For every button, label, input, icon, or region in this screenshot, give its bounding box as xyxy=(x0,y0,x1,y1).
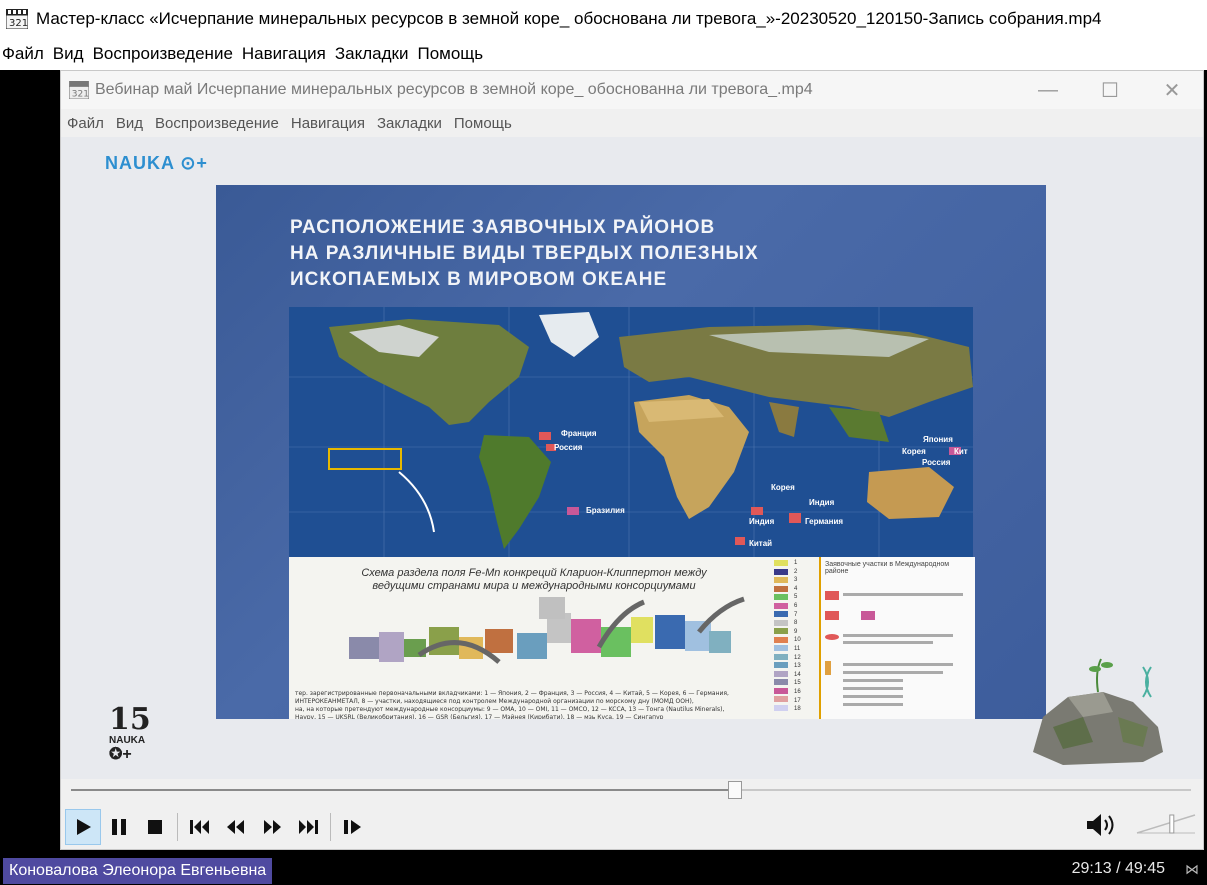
participant-name-badge: Коновалова Элеонора Евгеньевна xyxy=(3,858,273,884)
svg-text:ИНТЕРОКЕАНМЕТАЛ, 8 — участки,: ИНТЕРОКЕАНМЕТАЛ, 8 — участки, находящиес… xyxy=(295,698,694,705)
frame-step-button[interactable] xyxy=(335,809,371,845)
scheme-image: тер. зарегистрированные первоначальными … xyxy=(295,596,745,719)
slide: РАСПОЛОЖЕНИЕ ЗАЯВОЧНЫХ РАЙОНОВ НА РАЗЛИЧ… xyxy=(216,185,1046,719)
slide-title-line-1: РАСПОЛОЖЕНИЕ ЗАЯВОЧНЫХ РАЙОНОВ xyxy=(290,217,716,238)
map-label-korea: Корея xyxy=(771,483,795,492)
map-label-kit: Кит xyxy=(954,447,968,456)
menu-bar: Файл Вид Воспроизведение Навигация Закла… xyxy=(0,38,1207,70)
play-button[interactable] xyxy=(65,809,101,845)
menu-navigation[interactable]: Навигация xyxy=(240,44,333,64)
scheme-legend-swatches xyxy=(774,560,788,711)
menu-file[interactable]: Файл xyxy=(0,44,51,64)
pause-button[interactable] xyxy=(101,809,137,845)
world-map-image xyxy=(289,307,973,557)
inner-window-title: Вебинар май Исчерпание минеральных ресур… xyxy=(95,81,813,98)
menu-view[interactable]: Вид xyxy=(51,44,91,64)
svg-text:на, на которые претендуют межд: на, на которые претендуют международные … xyxy=(295,706,724,713)
inner-menu-file: Файл xyxy=(67,114,104,132)
slide-title: РАСПОЛОЖЕНИЕ ЗАЯВОЧНЫХ РАЙОНОВ НА РАЗЛИЧ… xyxy=(290,215,810,293)
anniversary-logo: 15 NAUKA ✪+ xyxy=(109,705,151,763)
inner-app-icon: 321 xyxy=(69,81,89,99)
menu-playback[interactable]: Воспроизведение xyxy=(91,44,240,64)
rewind-button[interactable] xyxy=(218,809,254,845)
pause-icon xyxy=(112,819,126,835)
inner-menu-view: Вид xyxy=(115,114,144,132)
volume-button[interactable] xyxy=(1085,811,1125,843)
stop-button[interactable] xyxy=(137,809,173,845)
menu-help[interactable]: Помощь xyxy=(415,44,490,64)
world-map: Франция Россия Бразилия Корея Индия Инди… xyxy=(289,307,973,557)
svg-text:321: 321 xyxy=(9,18,28,29)
controls-separator-2 xyxy=(330,813,331,841)
speaker-icon xyxy=(1087,814,1114,836)
play-icon xyxy=(77,819,91,835)
seek-bar[interactable] xyxy=(61,779,1203,801)
frame-step-icon xyxy=(344,820,361,834)
previous-button[interactable] xyxy=(182,809,218,845)
menu-bookmarks[interactable]: Закладки xyxy=(333,44,416,64)
next-icon xyxy=(299,820,318,834)
map-legend: Заявочные участки в Международном районе xyxy=(819,557,975,719)
close-icon: ✕ xyxy=(1163,79,1181,102)
map-label-india-2: Индия xyxy=(749,517,775,526)
svg-text:тер. зарегистрированные первон: тер. зарегистрированные первоначальными … xyxy=(295,690,729,697)
map-label-india: Индия xyxy=(809,498,835,507)
rock-plant-decoration xyxy=(1033,658,1163,765)
slide-title-line-3: ИСКОПАЕМЫХ В МИРОВОМ ОКЕАНЕ xyxy=(290,269,668,290)
playback-controls xyxy=(61,805,1203,849)
scheme-legend-numbers: 1 2 3 4 5 6 7 8 9 10 11 12 13 14 15 16 17 18 xyxy=(794,560,801,713)
presentation-stage: NAUKA ⊙+ РАСПОЛОЖЕНИЕ ЗАЯВОЧНЫХ РАЙОНОВ … xyxy=(61,137,1203,779)
inner-menu-help: Помощь xyxy=(453,114,512,132)
volume-slider-graphic xyxy=(1136,814,1196,834)
map-label-russia: Россия xyxy=(554,443,583,452)
nauka-logo: NAUKA ⊙+ xyxy=(105,153,208,173)
time-display: 29:13 / 49:45 xyxy=(1071,860,1165,877)
map-legend-items xyxy=(825,591,963,706)
minimize-icon: — xyxy=(1038,78,1058,101)
app-icon: 321 xyxy=(5,9,29,30)
rewind-icon xyxy=(227,820,244,834)
map-label-brazil: Бразилия xyxy=(586,506,625,515)
map-label-germany: Германия xyxy=(805,517,844,526)
expand-icon[interactable]: ⋈ xyxy=(1185,861,1199,878)
title-bar: 321 Мастер-класс «Исчерпание минеральных… xyxy=(0,0,1207,38)
fast-forward-icon xyxy=(264,820,281,834)
volume-thumb[interactable] xyxy=(1169,814,1175,834)
slide-title-line-2: НА РАЗЛИЧНЫЕ ВИДЫ ТВЕРДЫХ ПОЛЕЗНЫХ xyxy=(290,243,759,264)
inner-menu-bookmarks: Закладки xyxy=(376,114,442,132)
video-frame: 321 Вебинар май Исчерпание минеральных р… xyxy=(60,70,1204,850)
anniversary-symbol-icon: ✪+ xyxy=(109,746,132,763)
inner-title-bar: 321 Вебинар май Исчерпание минеральных р… xyxy=(61,71,1203,109)
seek-fill xyxy=(71,789,736,791)
next-button[interactable] xyxy=(290,809,326,845)
window-title: Мастер-класс «Исчерпание минеральных рес… xyxy=(36,9,1102,28)
map-label-france: Франция xyxy=(561,429,597,438)
map-label-russia-2: Россия xyxy=(922,458,951,467)
svg-text:321: 321 xyxy=(72,89,89,99)
scheme-panel: Схема раздела поля Fe-Mn конкреций Клари… xyxy=(289,557,975,719)
inner-menu-playback: Воспроизведение xyxy=(155,114,279,132)
previous-icon xyxy=(190,820,209,834)
seek-thumb[interactable] xyxy=(728,781,743,799)
inner-menu-navigation: Навигация xyxy=(290,114,365,132)
volume-slider[interactable] xyxy=(1135,809,1197,841)
map-legend-title: Заявочные участки в Международном районе xyxy=(825,561,950,575)
maximize-icon: ☐ xyxy=(1101,79,1119,102)
stop-icon xyxy=(148,820,162,834)
map-label-china: Китай xyxy=(749,539,773,548)
svg-text:Науру, 15 — UKSRL (Великобрита: Науру, 15 — UKSRL (Великобритания), 16 —… xyxy=(295,714,664,719)
map-label-korea-2: Корея xyxy=(902,447,926,456)
controls-separator xyxy=(177,813,178,841)
map-label-japan: Япония xyxy=(923,435,953,444)
inner-menu-bar: Файл Вид Воспроизведение Навигация Закла… xyxy=(61,109,1203,137)
anniversary-number: 15 xyxy=(109,702,151,737)
scheme-legend: 1 2 3 4 5 6 7 8 9 10 11 12 13 14 15 16 17 18 xyxy=(772,559,812,717)
fast-forward-button[interactable] xyxy=(254,809,290,845)
